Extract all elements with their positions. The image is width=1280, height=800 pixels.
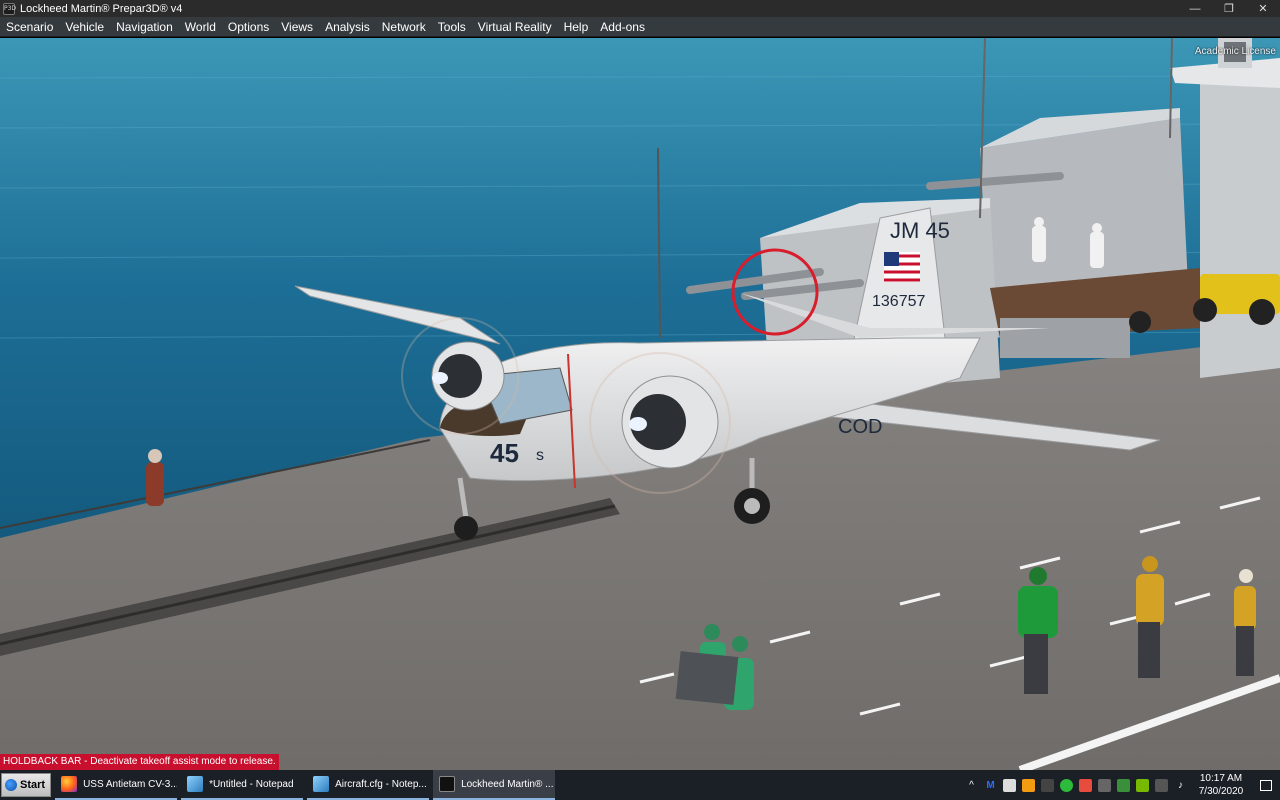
- notepad-icon: [313, 776, 330, 792]
- nvidia-icon[interactable]: [1136, 778, 1149, 792]
- tray-app-icon[interactable]: [1098, 778, 1111, 792]
- notifications-button[interactable]: [1252, 770, 1280, 800]
- menu-bar: Scenario Vehicle Navigation World Option…: [0, 17, 1280, 37]
- network-icon[interactable]: [1155, 778, 1168, 792]
- taskbar-item-notepad-untitled[interactable]: *Untitled - Notepad: [181, 770, 304, 800]
- tail-code: JM 45: [890, 218, 950, 243]
- tray-app-icon[interactable]: [1041, 778, 1054, 792]
- taskbar-item-label: USS Antietam CV-3...: [83, 778, 178, 790]
- start-label: Start: [20, 779, 46, 791]
- menu-navigation[interactable]: Navigation: [110, 17, 179, 37]
- start-button[interactable]: Start: [1, 773, 52, 797]
- simulator-viewport[interactable]: JM 45 136757 45 s COD Academic License H…: [0, 38, 1280, 770]
- menu-tools[interactable]: Tools: [432, 17, 472, 37]
- menu-options[interactable]: Options: [222, 17, 275, 37]
- menu-vehicle[interactable]: Vehicle: [59, 17, 110, 37]
- menu-add-ons[interactable]: Add-ons: [594, 17, 651, 37]
- notepad-icon: [187, 776, 204, 792]
- maximize-button[interactable]: ❐: [1212, 0, 1246, 17]
- menu-scenario[interactable]: Scenario: [0, 17, 59, 37]
- taskbar-clock[interactable]: 10:17 AM 7/30/2020: [1190, 772, 1252, 798]
- menu-views[interactable]: Views: [275, 17, 319, 37]
- tray-app-icon[interactable]: [1079, 778, 1092, 792]
- windows-logo-icon: [5, 779, 17, 791]
- clock-date: 7/30/2020: [1198, 786, 1244, 797]
- p3d-icon: [439, 776, 456, 792]
- close-button[interactable]: ✕: [1246, 0, 1280, 17]
- p3d-app-icon: P3D: [3, 2, 16, 15]
- taskbar-item-label: *Untitled - Notepad: [209, 778, 294, 790]
- nose-number: 45: [490, 438, 519, 468]
- wechat-icon[interactable]: [1060, 778, 1073, 792]
- taskbar-item-prepar3d[interactable]: Lockheed Martin® ...: [433, 770, 556, 800]
- tail-serial: 136757: [872, 293, 925, 310]
- volume-icon[interactable]: ♪: [1174, 779, 1187, 792]
- minimize-button[interactable]: —: [1178, 0, 1212, 17]
- taskbar-item-label: Aircraft.cfg - Notep...: [335, 778, 427, 790]
- tray-app-icon[interactable]: [1022, 778, 1035, 792]
- menu-network[interactable]: Network: [376, 17, 432, 37]
- tray-app-icon[interactable]: [1003, 778, 1016, 792]
- shield-icon[interactable]: [1117, 778, 1130, 792]
- fuselage-side-text: COD: [838, 416, 882, 438]
- taskbar-item-notepad-aircraft[interactable]: Aircraft.cfg - Notep...: [307, 770, 430, 800]
- menu-help[interactable]: Help: [558, 17, 595, 37]
- system-tray: ^ M ♪ 10:17 AM 7/30/2020: [962, 770, 1280, 800]
- title-bar: P3D Lockheed Martin® Prepar3D® v4 — ❐ ✕: [0, 0, 1280, 17]
- taskbar-item-label: Lockheed Martin® ...: [461, 778, 554, 790]
- firefox-icon: [61, 776, 78, 792]
- menu-virtual-reality[interactable]: Virtual Reality: [472, 17, 558, 37]
- nose-number-suffix: s: [536, 447, 544, 464]
- taskbar: Start USS Antietam CV-3... *Untitled - N…: [0, 770, 1280, 800]
- status-message: HOLDBACK BAR - Deactivate takeoff assist…: [0, 754, 279, 770]
- menu-analysis[interactable]: Analysis: [319, 17, 376, 37]
- scene-graphic: JM 45 136757 45 s COD: [0, 38, 1280, 770]
- clock-time: 10:17 AM: [1199, 773, 1243, 784]
- license-label: Academic License: [1194, 46, 1276, 57]
- menu-world[interactable]: World: [179, 17, 222, 37]
- notification-icon: [1260, 779, 1272, 791]
- taskbar-item-firefox[interactable]: USS Antietam CV-3...: [55, 770, 178, 800]
- app-m-icon[interactable]: M: [984, 779, 997, 792]
- window-title: Lockheed Martin® Prepar3D® v4: [20, 2, 183, 15]
- show-hidden-icons-icon[interactable]: ^: [965, 779, 978, 792]
